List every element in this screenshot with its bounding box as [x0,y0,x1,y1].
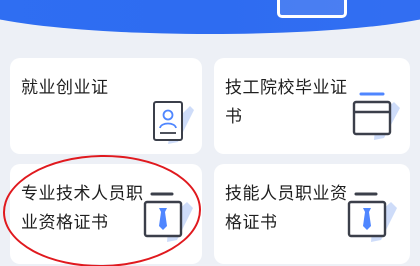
certificate-screen: 就业创业证 技工院校毕业证 书 专业技术人员职 业资格证书 技能人员职业资 格证… [0,0,420,266]
banner-background [0,0,420,34]
card-label-line: 业资格证书 [21,213,109,233]
card-employment-certificate[interactable]: 就业创业证 [10,58,202,154]
card-label-line: 就业创业证 [21,78,109,98]
card-label-line: 技工院校毕业证 [225,78,348,98]
card-label-line: 技能人员职业资 [225,184,348,204]
card-technical-school-diploma[interactable]: 技工院校毕业证 书 [214,58,410,154]
card-skilled-personnel-certificate[interactable]: 技能人员职业资 格证书 [214,164,410,264]
card-label: 就业创业证 [21,74,109,103]
card-professional-technical-certificate[interactable]: 专业技术人员职 业资格证书 [10,164,202,264]
tie-badge-icon [347,192,397,242]
id-card-icon [153,101,194,144]
card-label: 专业技术人员职 业资格证书 [21,180,144,238]
tie-badge-icon [143,192,193,242]
banner-button[interactable] [277,0,347,18]
card-label-line: 书 [225,107,243,127]
card-label: 技能人员职业资 格证书 [225,180,348,238]
certificate-folder-icon [352,92,400,140]
card-label-line: 格证书 [225,213,278,233]
card-label: 技工院校毕业证 书 [225,74,348,132]
top-banner [0,0,420,48]
card-label-line: 专业技术人员职 [21,184,144,204]
